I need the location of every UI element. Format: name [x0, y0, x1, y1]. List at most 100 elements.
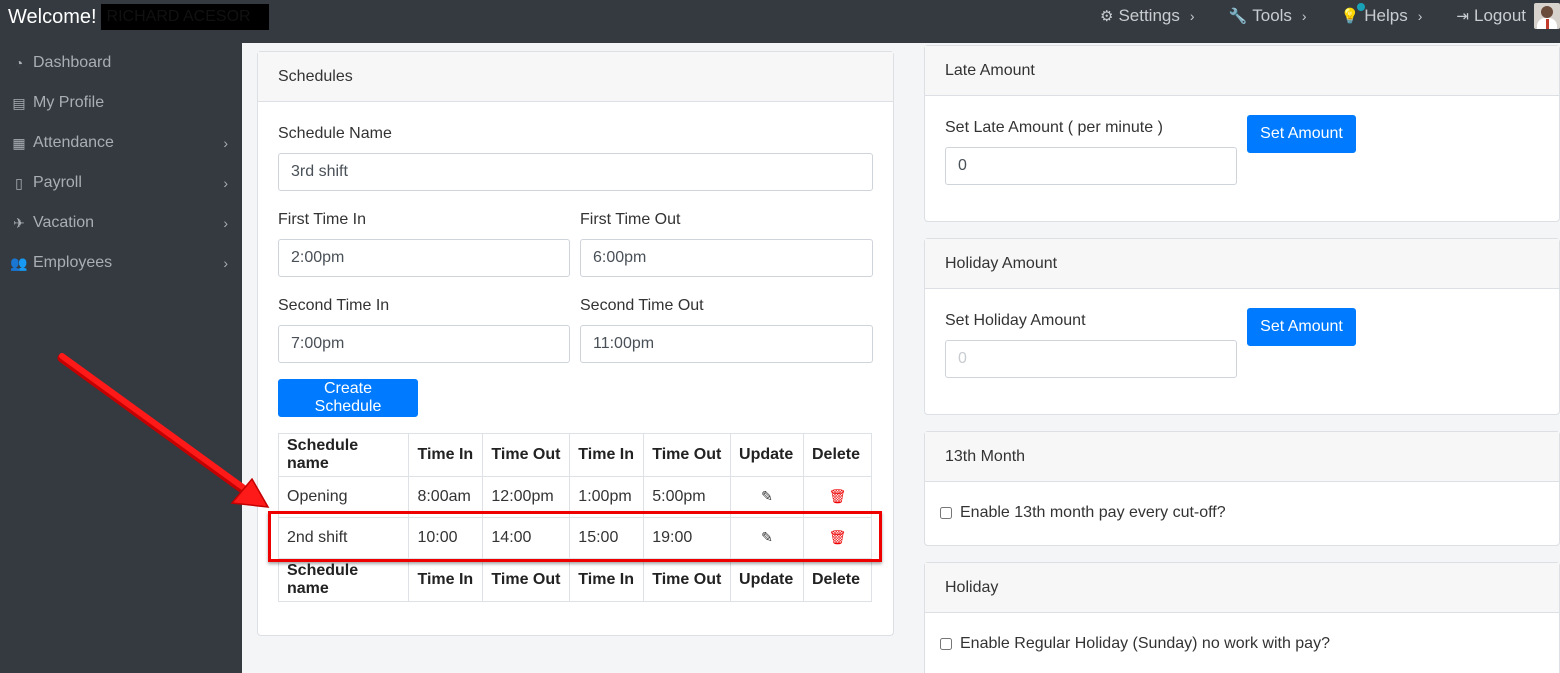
- holiday-amount-title: Holiday Amount: [945, 254, 1058, 272]
- logout-icon: ⇥: [1456, 8, 1469, 25]
- cell-time-out-2: 5:00pm: [643, 476, 732, 518]
- thirteenth-month-checkbox[interactable]: [940, 507, 952, 519]
- nav-settings-label: Settings: [1118, 6, 1180, 25]
- late-amount-card: Late Amount Set Late Amount ( per minute…: [924, 45, 1560, 222]
- cell-time-in: 8:00am: [408, 476, 484, 518]
- sidebar-item-label: Attendance: [33, 134, 114, 151]
- welcome-text: Welcome!: [8, 5, 97, 28]
- sidebar-item-my-profile[interactable]: ▤ My Profile: [0, 83, 242, 123]
- thirteenth-month-checkbox-label: Enable 13th month pay every cut-off?: [960, 504, 1226, 521]
- edit-icon[interactable]: ✎: [761, 488, 773, 504]
- col-time-out-2: Time Out: [643, 433, 732, 477]
- regular-holiday-checkbox-label: Enable Regular Holiday (Sunday) no work …: [960, 635, 1330, 652]
- avatar[interactable]: [1534, 3, 1560, 29]
- thirteenth-month-card: 13th Month Enable 13th month pay every c…: [924, 431, 1560, 546]
- col-delete: Delete: [803, 558, 872, 602]
- cell-update: ✎: [730, 476, 804, 518]
- trash-icon[interactable]: 🗑: [829, 529, 847, 545]
- welcome-message: Welcome! RICHARD ACESOR: [8, 4, 269, 30]
- edit-icon[interactable]: ✎: [761, 529, 773, 545]
- chevron-right-icon: ›: [1301, 8, 1307, 24]
- cell-schedule-name: Opening: [277, 476, 410, 518]
- set-holiday-amount-button[interactable]: Set Amount: [1247, 308, 1356, 346]
- late-amount-title: Late Amount: [945, 61, 1035, 79]
- col-time-in-2: Time In: [569, 433, 645, 477]
- nav-settings[interactable]: ⚙ Settings ›: [1100, 6, 1195, 26]
- sidebar-item-label: Dashboard: [33, 54, 112, 71]
- cell-time-out-2: 19:00: [643, 517, 732, 559]
- trash-icon[interactable]: 🗑: [829, 488, 847, 504]
- thirteenth-month-title: 13th Month: [945, 447, 1026, 465]
- cell-update: ✎: [730, 517, 804, 559]
- chevron-right-icon: ›: [223, 215, 228, 231]
- col-update: Update: [730, 558, 804, 602]
- col-time-in: Time In: [408, 558, 484, 602]
- sidebar-item-dashboard[interactable]: ◔ Dashboard: [0, 43, 242, 83]
- col-time-out: Time Out: [482, 433, 571, 477]
- dashboard-icon: ◔: [14, 55, 24, 71]
- chevron-right-icon: ›: [223, 175, 228, 191]
- nav-helps[interactable]: 💡 Helps ›: [1341, 3, 1423, 26]
- cell-delete: 🗑: [803, 476, 872, 518]
- regular-holiday-checkbox[interactable]: [940, 638, 952, 650]
- nav-tools-label: Tools: [1252, 6, 1292, 25]
- late-amount-input[interactable]: [945, 147, 1237, 185]
- chevron-right-icon: ›: [1417, 8, 1423, 24]
- sidebar-item-attendance[interactable]: ▦ Attendance ›: [0, 123, 242, 163]
- cell-delete: 🗑: [803, 517, 872, 559]
- first-time-out-label: First Time Out: [580, 211, 681, 228]
- holiday-amount-input[interactable]: [945, 340, 1237, 378]
- table-header-row: Schedule name Time In Time Out Time In T…: [277, 433, 872, 477]
- username-redacted: RICHARD ACESOR: [100, 4, 269, 30]
- col-schedule-name: Schedule name: [277, 433, 410, 477]
- table-footer-row: Schedule name Time In Time Out Time In T…: [277, 558, 872, 602]
- holiday-amount-card: Holiday Amount Set Holiday Amount Set Am…: [924, 238, 1560, 415]
- schedule-name-input[interactable]: [278, 153, 873, 191]
- users-icon: 👥: [10, 254, 28, 271]
- first-time-in-label: First Time In: [278, 211, 367, 228]
- thirteenth-month-option[interactable]: Enable 13th month pay every cut-off?: [940, 504, 1226, 522]
- nav-tools[interactable]: 🔧 Tools ›: [1229, 6, 1307, 26]
- nav-logout-label: Logout: [1474, 6, 1526, 25]
- holiday-header: Holiday: [925, 563, 1559, 613]
- lightbulb-icon: 💡: [1341, 3, 1366, 25]
- sidebar-item-label: Vacation: [33, 214, 95, 231]
- cell-time-in: 10:00: [408, 517, 484, 559]
- create-schedule-button[interactable]: Create Schedule: [278, 379, 418, 417]
- second-time-out-label: Second Time Out: [580, 297, 704, 314]
- sidebar-item-employees[interactable]: 👥 Employees ›: [0, 243, 242, 283]
- sidebar-item-label: Payroll: [33, 174, 82, 191]
- sidebar-item-vacation[interactable]: ✈ Vacation ›: [0, 203, 242, 243]
- sidebar-item-payroll[interactable]: ▯ Payroll ›: [0, 163, 242, 203]
- schedules-title: Schedules: [278, 67, 353, 85]
- id-card-icon: ▤: [12, 94, 26, 111]
- sidebar-item-label: Employees: [33, 254, 113, 271]
- nav-helps-label: Helps: [1364, 6, 1408, 25]
- first-time-in-input[interactable]: [278, 239, 570, 277]
- holiday-amount-label: Set Holiday Amount: [945, 312, 1086, 329]
- schedule-name-label: Schedule Name: [278, 125, 392, 142]
- second-time-out-input[interactable]: [580, 325, 873, 363]
- col-time-out: Time Out: [482, 558, 571, 602]
- second-time-in-label: Second Time In: [278, 297, 390, 314]
- col-time-in-2: Time In: [569, 558, 645, 602]
- document-icon: ▯: [15, 174, 23, 191]
- holiday-card: Holiday Enable Regular Holiday (Sunday) …: [924, 562, 1560, 673]
- first-time-out-input[interactable]: [580, 239, 873, 277]
- schedules-table: Schedule name Time In Time Out Time In T…: [277, 433, 872, 602]
- top-bar: Welcome! RICHARD ACESOR ⚙ Settings › 🔧 T…: [0, 0, 1560, 43]
- table-row: Opening 8:00am 12:00pm 1:00pm 5:00pm ✎ 🗑: [277, 476, 872, 518]
- cell-time-in-2: 1:00pm: [569, 476, 645, 518]
- regular-holiday-option[interactable]: Enable Regular Holiday (Sunday) no work …: [940, 635, 1330, 653]
- cell-time-out: 14:00: [482, 517, 571, 559]
- table-row: 2nd shift 10:00 14:00 15:00 19:00 ✎ 🗑: [277, 517, 872, 559]
- cell-time-in-2: 15:00: [569, 517, 645, 559]
- top-nav: ⚙ Settings › 🔧 Tools › 💡 Helps › ⇥ Logou…: [1100, 0, 1560, 32]
- schedules-header: Schedules: [258, 52, 893, 102]
- plane-icon: ✈: [13, 214, 25, 231]
- holiday-amount-header: Holiday Amount: [925, 239, 1559, 289]
- sidebar: ◔ Dashboard ▤ My Profile ▦ Attendance › …: [0, 43, 242, 673]
- second-time-in-input[interactable]: [278, 325, 570, 363]
- set-late-amount-button[interactable]: Set Amount: [1247, 115, 1356, 153]
- nav-logout[interactable]: ⇥ Logout: [1456, 3, 1560, 29]
